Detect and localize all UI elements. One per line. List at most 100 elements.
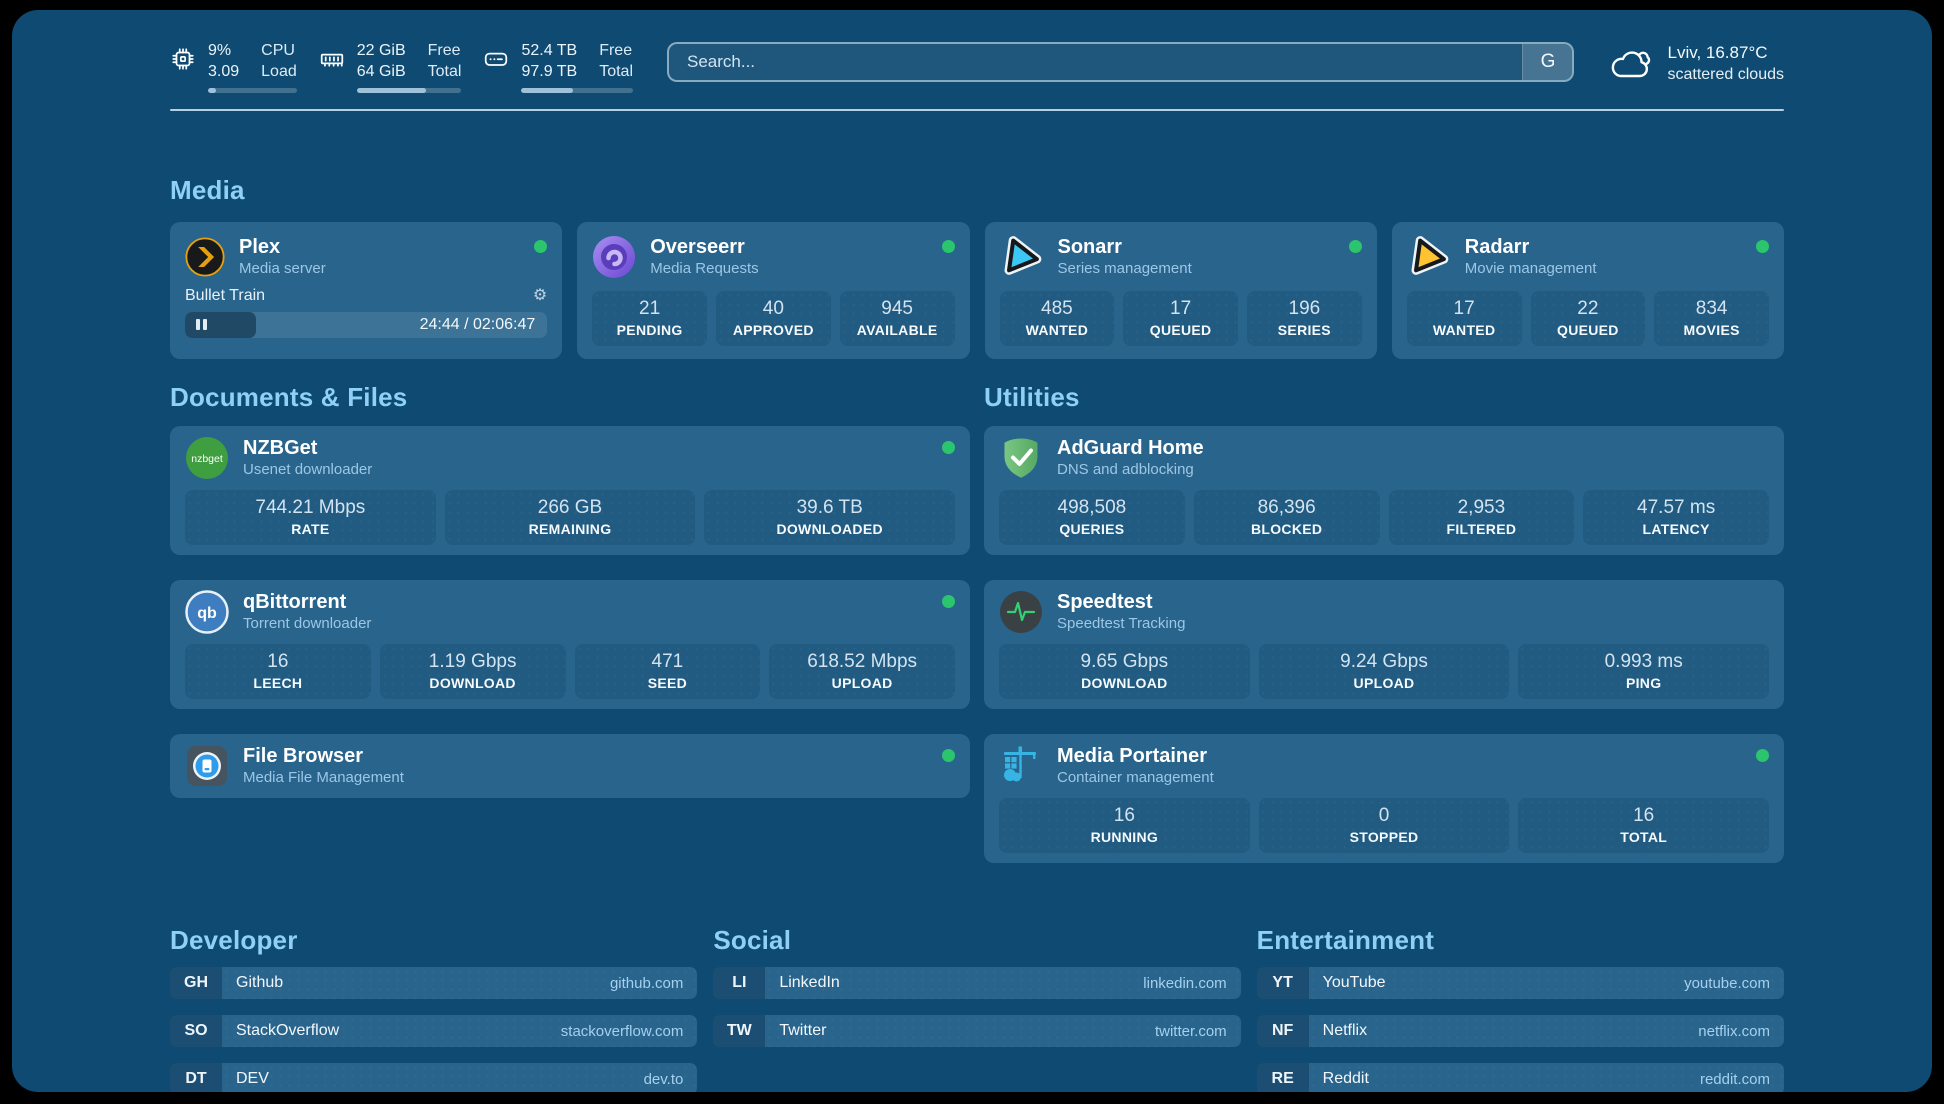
disk-stat: 52.4 TB 97.9 TB Free Total xyxy=(483,40,633,93)
app-title: Radarr xyxy=(1465,235,1597,260)
app-card-filebrowser[interactable]: File Browser Media File Management xyxy=(170,734,970,798)
nzbget-icon: nzbget xyxy=(185,436,229,480)
links-entertainment: Entertainment YT YouTubeyoutube.com NF N… xyxy=(1257,925,1784,1092)
stat-tile: 16 RUNNING xyxy=(999,798,1250,853)
app-title: Media Portainer xyxy=(1057,744,1214,769)
stat-tile: 22 QUEUED xyxy=(1531,291,1646,346)
stat-tile: 945 AVAILABLE xyxy=(840,291,955,346)
app-title: qBittorrent xyxy=(243,590,371,615)
app-card-radarr[interactable]: Radarr Movie management 17 WANTED 22 QUE… xyxy=(1392,222,1784,359)
app-subtitle: DNS and adblocking xyxy=(1057,461,1204,480)
app-title: AdGuard Home xyxy=(1057,436,1204,461)
stat-tile: 39.6 TB DOWNLOADED xyxy=(704,490,955,545)
app-subtitle: Usenet downloader xyxy=(243,461,372,480)
stat-tile: 266 GB REMAINING xyxy=(445,490,696,545)
ram-total-label: Total xyxy=(428,61,462,82)
pause-icon[interactable] xyxy=(196,319,200,330)
stat-tile: 471 SEED xyxy=(575,644,761,699)
link-stackoverflow[interactable]: SO StackOverflowstackoverflow.com xyxy=(170,1015,697,1047)
cpu-progress-bar xyxy=(208,88,297,93)
app-subtitle: Series management xyxy=(1058,260,1192,279)
app-card-portainer[interactable]: Media Portainer Container management 16 … xyxy=(984,734,1784,863)
svg-text:nzbget: nzbget xyxy=(191,453,223,465)
stat-tile: 196 SERIES xyxy=(1247,291,1362,346)
links-developer: Developer GH Githubgithub.com SO StackOv… xyxy=(170,925,697,1092)
app-title: Sonarr xyxy=(1058,235,1192,260)
header-divider xyxy=(170,109,1784,111)
ram-total-value: 64 GiB xyxy=(357,61,406,82)
load-label: Load xyxy=(261,61,297,82)
app-subtitle: Movie management xyxy=(1465,260,1597,279)
stat-tile: 9.65 Gbps DOWNLOAD xyxy=(999,644,1250,699)
dashboard-panel: 9% 3.09 CPU Load xyxy=(12,10,1932,1092)
search-engine-button[interactable]: G xyxy=(1522,44,1572,80)
section-title-documents: Documents & Files xyxy=(170,382,970,413)
disk-icon xyxy=(483,46,509,72)
weather-location-temp: Lviv, 16.87°C xyxy=(1667,42,1784,64)
app-title: File Browser xyxy=(243,744,404,769)
link-netflix[interactable]: NF Netflixnetflix.com xyxy=(1257,1015,1784,1047)
adguard-icon xyxy=(999,436,1043,480)
status-dot xyxy=(942,595,955,608)
app-subtitle: Media server xyxy=(239,260,326,279)
stat-tile: 16 TOTAL xyxy=(1518,798,1769,853)
status-dot xyxy=(1756,749,1769,762)
app-subtitle: Torrent downloader xyxy=(243,615,371,634)
now-playing-title: Bullet Train xyxy=(185,287,265,305)
app-subtitle: Speedtest Tracking xyxy=(1057,615,1185,634)
section-title-utilities: Utilities xyxy=(984,382,1784,413)
app-card-qbittorrent[interactable]: qb qBittorrent Torrent downloader 16 LEE… xyxy=(170,580,970,709)
disk-progress-bar xyxy=(521,88,633,93)
plex-icon xyxy=(185,237,225,277)
link-dev[interactable]: DT DEVdev.to xyxy=(170,1063,697,1092)
gear-icon[interactable]: ⚙ xyxy=(533,288,547,304)
disk-total-value: 97.9 TB xyxy=(521,61,577,82)
sonarr-icon xyxy=(1000,235,1044,279)
app-title: Plex xyxy=(239,235,326,260)
section-title-media: Media xyxy=(170,175,1784,206)
status-dot xyxy=(942,749,955,762)
ram-free-label: Free xyxy=(428,40,462,61)
link-tag: SO xyxy=(170,1015,222,1047)
stat-tile: 17 QUEUED xyxy=(1123,291,1238,346)
link-github[interactable]: GH Githubgithub.com xyxy=(170,967,697,999)
app-card-plex[interactable]: Plex Media server Bullet Train ⚙ 24:44 /… xyxy=(170,222,562,359)
stat-tile: 47.57 ms LATENCY xyxy=(1583,490,1769,545)
app-subtitle: Media File Management xyxy=(243,769,404,788)
memory-progress-bar xyxy=(357,88,462,93)
stat-tile: 618.52 Mbps UPLOAD xyxy=(769,644,955,699)
status-dot xyxy=(942,441,955,454)
app-card-adguard[interactable]: AdGuard Home DNS and adblocking 498,508 … xyxy=(984,426,1784,555)
link-twitter[interactable]: TW Twittertwitter.com xyxy=(713,1015,1240,1047)
app-card-speedtest[interactable]: Speedtest Speedtest Tracking 9.65 Gbps D… xyxy=(984,580,1784,709)
app-card-overseerr[interactable]: Overseerr Media Requests 21 PENDING 40 A… xyxy=(577,222,969,359)
app-card-nzbget[interactable]: nzbget NZBGet Usenet downloader 744.21 M… xyxy=(170,426,970,555)
filebrowser-icon xyxy=(185,744,229,788)
section-title-social: Social xyxy=(713,925,1240,956)
disk-free-value: 52.4 TB xyxy=(521,40,577,61)
speedtest-icon xyxy=(999,590,1043,634)
links-social: Social LI LinkedInlinkedin.com TW Twitte… xyxy=(713,925,1240,1092)
cpu-icon xyxy=(170,46,196,72)
memory-stat: 22 GiB 64 GiB Free Total xyxy=(319,40,462,93)
radarr-icon xyxy=(1407,235,1451,279)
stat-tile: 744.21 Mbps RATE xyxy=(185,490,436,545)
link-tag: DT xyxy=(170,1063,222,1092)
cpu-stat: 9% 3.09 CPU Load xyxy=(170,40,297,93)
cpu-label: CPU xyxy=(261,40,297,61)
stat-tile: 498,508 QUERIES xyxy=(999,490,1185,545)
status-dot xyxy=(942,240,955,253)
stat-tile: 485 WANTED xyxy=(1000,291,1115,346)
playback-progress-fill xyxy=(185,312,256,338)
weather-widget[interactable]: Lviv, 16.87°C scattered clouds xyxy=(1608,42,1784,85)
now-playing-row: Bullet Train ⚙ xyxy=(185,287,547,305)
app-card-sonarr[interactable]: Sonarr Series management 485 WANTED 17 Q… xyxy=(985,222,1377,359)
qbittorrent-icon: qb xyxy=(185,590,229,634)
svg-text:qb: qb xyxy=(197,605,217,622)
link-reddit[interactable]: RE Redditreddit.com xyxy=(1257,1063,1784,1092)
link-youtube[interactable]: YT YouTubeyoutube.com xyxy=(1257,967,1784,999)
search-input[interactable] xyxy=(669,44,1522,80)
link-linkedin[interactable]: LI LinkedInlinkedin.com xyxy=(713,967,1240,999)
stat-tile: 0 STOPPED xyxy=(1259,798,1510,853)
playback-progress-bar[interactable]: 24:44 / 02:06:47 xyxy=(185,312,547,338)
